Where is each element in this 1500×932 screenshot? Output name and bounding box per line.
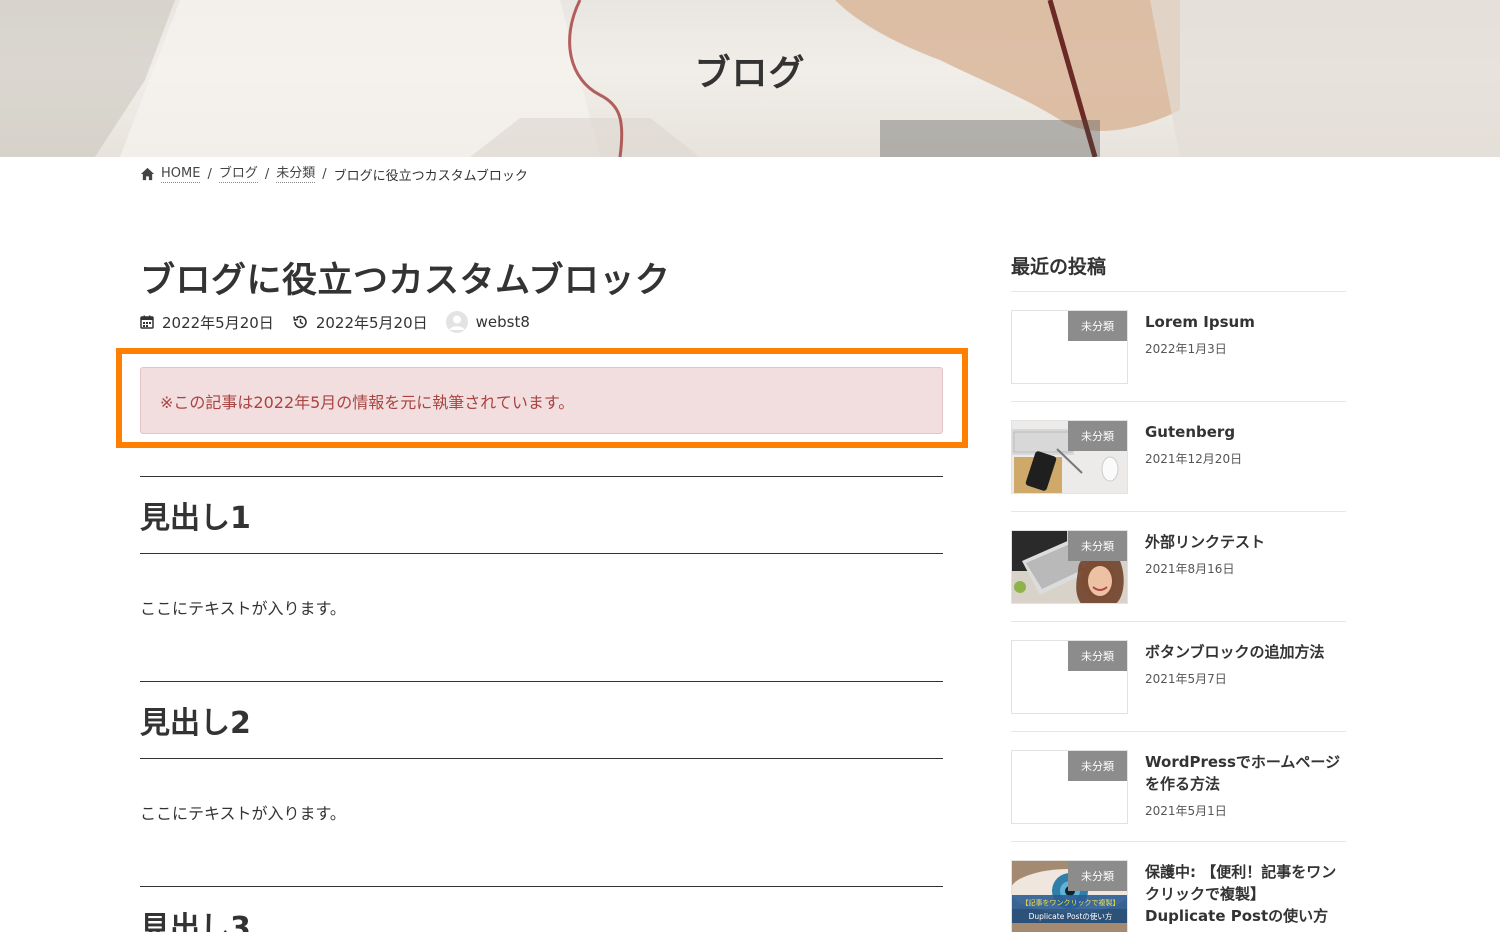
post-date: 2021年5月1日 <box>1145 804 1227 818</box>
section-text-2: ここにテキストが入ります。 <box>140 804 346 823</box>
post-link[interactable]: 保護中: 【便利！記事をワンクリックで複製】Duplicate Postの使い方 <box>1145 861 1345 927</box>
post-thumbnail[interactable]: 未分類 <box>1011 640 1128 714</box>
sidebar-divider <box>1011 511 1346 512</box>
post-link[interactable]: 外部リンクテスト <box>1145 531 1345 553</box>
post-thumbnail[interactable]: 【記事をワンクリックで複製】 Duplicate Postの使い方 未分類 <box>1011 860 1128 932</box>
breadcrumb-separator: / <box>322 166 327 182</box>
category-badge: 未分類 <box>1068 751 1127 781</box>
breadcrumb-category-link[interactable]: 未分類 <box>276 166 316 183</box>
post-thumbnail[interactable]: 未分類 <box>1011 530 1128 604</box>
published-date-text: 2022年5月20日 <box>162 313 274 332</box>
post-date: 2022年1月3日 <box>1145 342 1227 356</box>
post-date: 2021年8月16日 <box>1145 562 1235 576</box>
hero-title: ブログ <box>694 53 806 94</box>
category-badge: 未分類 <box>1068 641 1127 671</box>
avatar <box>445 311 468 333</box>
recent-post-item[interactable]: 未分類 WordPressでホームページを作る方法 2021年5月1日 <box>1011 750 1346 824</box>
post-thumbnail[interactable]: 未分類 <box>1011 750 1128 824</box>
calendar-icon <box>140 315 154 329</box>
category-badge: 未分類 <box>1068 861 1127 891</box>
post-link[interactable]: Gutenberg <box>1145 421 1345 443</box>
hero-banner: ブログ <box>0 0 1500 157</box>
sidebar-divider <box>1011 841 1346 842</box>
sidebar-divider <box>1011 621 1346 622</box>
recent-post-item[interactable]: 未分類 外部リンクテスト 2021年8月16日 <box>1011 530 1346 604</box>
notice-alert: ※この記事は2022年5月の情報を元に執筆されています。 <box>140 367 943 434</box>
notice-text: ※この記事は2022年5月の情報を元に執筆されています。 <box>160 392 575 412</box>
sidebar-divider <box>1011 731 1346 732</box>
category-badge: 未分類 <box>1068 421 1127 451</box>
post-date: 2021年12月20日 <box>1145 452 1243 466</box>
modified-date: 2022年5月20日 <box>292 312 428 333</box>
post-meta: 2022年5月20日 2022年5月20日 webst8 <box>140 310 548 334</box>
section-heading-1: 見出し1 <box>140 476 943 554</box>
author[interactable]: webst8 <box>445 311 530 333</box>
sidebar-divider <box>1011 291 1346 292</box>
recent-post-item[interactable]: 未分類 ボタンブロックの追加方法 2021年5月7日 <box>1011 640 1346 714</box>
post-link[interactable]: WordPressでホームページを作る方法 <box>1145 751 1345 795</box>
post-title: ブログに役立つカスタムブロック <box>140 261 671 301</box>
post-link[interactable]: ボタンブロックの追加方法 <box>1145 641 1345 663</box>
modified-date-text: 2022年5月20日 <box>315 313 428 332</box>
section-heading-3: 見出し3 <box>140 886 943 932</box>
section-heading-2: 見出し2 <box>140 681 943 759</box>
breadcrumb-current: ブログに役立つカスタムブロック <box>333 168 528 184</box>
sidebar-title: 最近の投稿 <box>1011 256 1107 278</box>
post-thumbnail[interactable]: 未分類 <box>1011 310 1128 384</box>
post-link[interactable]: Lorem Ipsum <box>1145 311 1345 333</box>
post-date: 2021年5月7日 <box>1145 672 1227 686</box>
thumb-text: 【記事をワンクリックで複製】 <box>1022 898 1120 907</box>
category-badge: 未分類 <box>1068 311 1127 341</box>
breadcrumb: HOME / ブログ / 未分類 / ブログに役立つカスタムブロック <box>140 164 528 184</box>
section-text-1: ここにテキストが入ります。 <box>140 599 346 618</box>
breadcrumb-separator: / <box>264 166 270 182</box>
post-thumbnail[interactable]: 未分類 <box>1011 420 1128 494</box>
recent-post-item[interactable]: 【記事をワンクリックで複製】 Duplicate Postの使い方 未分類 保護… <box>1011 860 1346 932</box>
home-icon <box>140 167 155 181</box>
breadcrumb-blog-link[interactable]: ブログ <box>218 166 258 183</box>
recent-post-item[interactable]: 未分類 Gutenberg 2021年12月20日 <box>1011 420 1346 494</box>
sidebar-divider <box>1011 401 1346 402</box>
breadcrumb-separator: / <box>207 166 212 182</box>
breadcrumb-home-link[interactable]: HOME <box>161 166 201 183</box>
history-icon <box>293 315 307 329</box>
recent-post-item[interactable]: 未分類 Lorem Ipsum 2022年1月3日 <box>1011 310 1346 384</box>
author-name[interactable]: webst8 <box>476 313 530 331</box>
thumb-text: Duplicate Postの使い方 <box>1029 911 1113 921</box>
published-date: 2022年5月20日 <box>140 312 274 333</box>
category-badge: 未分類 <box>1068 531 1127 561</box>
